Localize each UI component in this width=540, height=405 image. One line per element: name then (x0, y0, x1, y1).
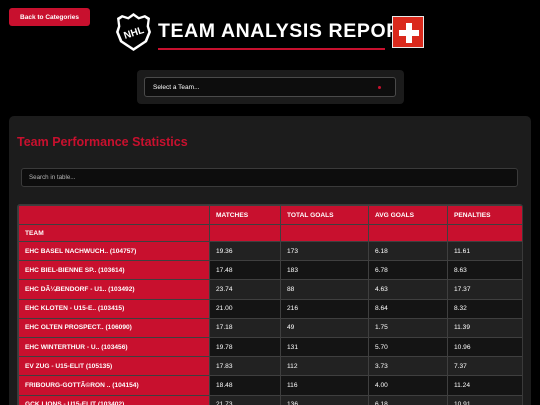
team-name-cell: GCK LIONS - U15-ELIT (103402) (18, 394, 210, 405)
matches-cell: 21.00 (209, 298, 281, 319)
team-name-cell: EHC KLOTEN - U15-E.. (103415) (18, 298, 210, 319)
avg-goals-cell: 4.63 (368, 279, 448, 300)
title-underline (158, 47, 385, 50)
matches-cell: 17.83 (209, 356, 281, 377)
team-select-dropdown[interactable]: Select a Team... (144, 77, 396, 97)
matches-cell: 17.18 (209, 317, 281, 338)
team-name-cell: EV ZUG - U15-ELIT (105135) (18, 356, 210, 377)
nhl-shield-logo: NHL (116, 13, 151, 51)
stats-title: Team Performance Statistics (17, 135, 188, 149)
page-title: TEAM ANALYSIS REPORT (158, 19, 414, 42)
total-goals-cell: 112 (280, 356, 369, 377)
table-row[interactable]: GCK LIONS - U15-ELIT (103402) 21.73 136 6.1… (18, 394, 522, 405)
team-subheader-row: TEAM (18, 224, 522, 242)
penalties-cell: 10.96 (447, 336, 522, 358)
total-goals-cell: 216 (280, 298, 369, 319)
stats-table-wrap: MATCHES TOTAL GOALS AVG GOALS PENALTIES … (17, 204, 523, 405)
total-goals-cell: 173 (280, 240, 369, 262)
team-name-cell: EHC BASEL NACHWUCH.. (104757) (18, 240, 210, 262)
avg-goals-cell: 1.75 (368, 317, 448, 338)
matches-cell: 19.36 (209, 240, 281, 262)
table-row[interactable]: FRIBOURG-GOTTÃ©RON .. (104154) 18.48 116 4.… (18, 375, 522, 396)
penalties-cell: 8.63 (447, 260, 522, 281)
back-to-categories-button[interactable]: Back to Categories (9, 8, 90, 26)
penalties-cell: 10.91 (447, 394, 522, 405)
table-row[interactable]: EV ZUG - U15-ELIT (105135) 17.83 112 3.73 7.… (18, 356, 522, 377)
col-header-matches[interactable]: MATCHES (209, 205, 281, 225)
avg-goals-cell: 6.18 (368, 240, 448, 262)
avg-goals-cell: 3.73 (368, 356, 448, 377)
total-goals-cell: 49 (280, 317, 369, 338)
report-header: NHL TEAM ANALYSIS REPORT (115, 12, 413, 52)
table-header-row: MATCHES TOTAL GOALS AVG GOALS PENALTIES (18, 205, 522, 225)
total-goals-cell: 88 (280, 279, 369, 300)
table-search-input[interactable] (21, 168, 518, 187)
penalties-cell: 7.37 (447, 356, 522, 377)
stats-panel: Team Performance Statistics MATCHES TOTA… (9, 116, 531, 405)
stats-table: MATCHES TOTAL GOALS AVG GOALS PENALTIES … (18, 205, 522, 405)
matches-cell: 21.73 (209, 394, 281, 405)
total-goals-cell: 131 (280, 336, 369, 358)
total-goals-cell: 116 (280, 375, 369, 396)
team-name-cell: EHC WINTERTHUR - U.. (103456) (18, 336, 210, 358)
penalties-cell: 8.32 (447, 298, 522, 319)
matches-cell: 17.48 (209, 260, 281, 281)
team-name-cell: FRIBOURG-GOTTÃ©RON .. (104154) (18, 375, 210, 396)
table-row[interactable]: EHC DÃ¼BENDORF - U1.. (103492) 23.74 88 4.6… (18, 279, 522, 300)
col-header-avg-goals[interactable]: AVG GOALS (368, 205, 448, 225)
penalties-cell: 11.24 (447, 375, 522, 396)
team-select-value: Select a Team... (153, 83, 200, 91)
col-header-team[interactable] (18, 205, 210, 225)
table-row[interactable]: EHC KLOTEN - U15-E.. (103415) 21.00 216 8.6… (18, 298, 522, 319)
penalties-cell: 11.61 (447, 240, 522, 262)
team-name-cell: EHC OLTEN PROSPECT.. (106090) (18, 317, 210, 338)
team-name-cell: EHC BIEL-BIENNE SP.. (103614) (18, 260, 210, 281)
avg-goals-cell: 6.78 (368, 260, 448, 281)
chevron-down-icon (378, 86, 381, 89)
table-row[interactable]: EHC BIEL-BIENNE SP.. (103614) 17.48 183 6.7… (18, 260, 522, 281)
matches-cell: 23.74 (209, 279, 281, 300)
table-row[interactable]: EHC BASEL NACHWUCH.. (104757) 19.36 173 6.1… (18, 240, 522, 262)
team-select-panel: Select a Team... (137, 70, 404, 104)
avg-goals-cell: 5.70 (368, 336, 448, 358)
table-row[interactable]: EHC OLTEN PROSPECT.. (106090) 17.18 49 1.75… (18, 317, 522, 338)
swiss-flag-icon (392, 16, 424, 48)
avg-goals-cell: 6.18 (368, 394, 448, 405)
total-goals-cell: 136 (280, 394, 369, 405)
matches-cell: 19.78 (209, 336, 281, 358)
avg-goals-cell: 4.00 (368, 375, 448, 396)
penalties-cell: 17.37 (447, 279, 522, 300)
avg-goals-cell: 8.64 (368, 298, 448, 319)
col-header-total-goals[interactable]: TOTAL GOALS (280, 205, 369, 225)
team-name-cell: EHC DÃ¼BENDORF - U1.. (103492) (18, 279, 210, 300)
total-goals-cell: 183 (280, 260, 369, 281)
matches-cell: 18.48 (209, 375, 281, 396)
team-subheader-label: TEAM (18, 224, 210, 242)
table-row[interactable]: EHC WINTERTHUR - U.. (103456) 19.78 131 5.7… (18, 336, 522, 358)
col-header-penalties[interactable]: PENALTIES (447, 205, 522, 225)
penalties-cell: 11.39 (447, 317, 522, 338)
